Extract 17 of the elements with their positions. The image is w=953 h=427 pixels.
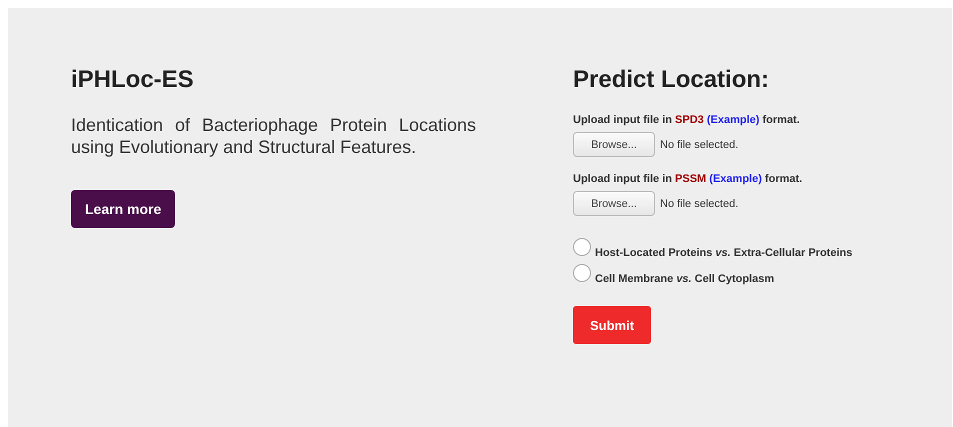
browse-button[interactable]: Browse... bbox=[573, 191, 655, 216]
radio-button[interactable] bbox=[573, 238, 591, 256]
example-link[interactable]: (Example) bbox=[706, 114, 760, 126]
upload-label: Upload input file in PSSM (Example) format. bbox=[573, 173, 804, 185]
upload-label: Upload input file in SPD3 (Example) format. bbox=[573, 114, 801, 126]
browse-button[interactable]: Browse... bbox=[573, 132, 655, 157]
submit-button[interactable]: Submit bbox=[573, 306, 651, 344]
radio-button[interactable] bbox=[573, 264, 591, 282]
description: Identication of Bacteriophage Protein Locations using Evolutionary and Structural Features. bbox=[71, 114, 476, 158]
section-title: Predict Location: bbox=[573, 66, 770, 94]
option-label: Host-Located Proteins vs. Extra-Cellular Proteins bbox=[595, 247, 852, 259]
file-status: No file selected. bbox=[660, 138, 738, 150]
file-status: No file selected. bbox=[660, 198, 738, 210]
example-link[interactable]: (Example) bbox=[709, 173, 762, 185]
learn-more-button[interactable]: Learn more bbox=[71, 190, 176, 228]
option-label: Cell Membrane vs. Cell Cytoplasm bbox=[595, 273, 774, 285]
site-title: iPHLoc-ES bbox=[71, 66, 195, 94]
